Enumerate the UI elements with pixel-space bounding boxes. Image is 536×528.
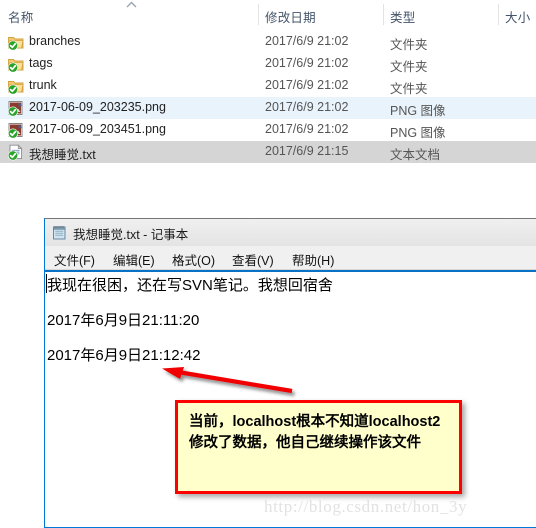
file-type: PNG 图像: [390, 126, 446, 140]
column-divider[interactable]: [258, 4, 259, 25]
svn-png-file-icon: [7, 99, 25, 117]
table-row[interactable]: 2017-06-09_203235.png 2017/6/9 21:02 PNG…: [0, 97, 536, 119]
column-header-date-modified[interactable]: 修改日期: [265, 7, 316, 26]
file-type: 文件夹: [390, 38, 428, 52]
svn-folder-icon: [7, 55, 25, 73]
file-date-modified: 2017/6/9 21:02: [265, 100, 349, 114]
window-title: 我想睡觉.txt - 记事本: [73, 228, 189, 242]
file-name[interactable]: tags: [29, 56, 53, 70]
notepad-menu-bar: 文件(F) 编辑(E) 格式(O) 查看(V) 帮助(H): [45, 246, 536, 270]
file-type: PNG 图像: [390, 104, 446, 118]
column-header-size[interactable]: 大小: [505, 7, 530, 26]
svn-png-file-icon: [7, 121, 25, 139]
file-name[interactable]: 2017-06-09_203451.png: [29, 122, 166, 136]
menu-item-view[interactable]: 查看(V): [229, 249, 277, 270]
annotation-callout-box: 当前，localhost根本不知道localhost2修改了数据，他自己继续操作…: [175, 400, 462, 494]
file-name[interactable]: 2017-06-09_203235.png: [29, 100, 166, 114]
column-header-type[interactable]: 类型: [390, 7, 415, 26]
svn-folder-icon: [7, 77, 25, 95]
explorer-file-list: 名称 修改日期 类型 大小 branches 2017/6/9 21:02 文件…: [0, 0, 536, 170]
file-date-modified: 2017/6/9 21:02: [265, 56, 349, 70]
table-row[interactable]: tags 2017/6/9 21:02 文件夹: [0, 53, 536, 75]
column-header-name[interactable]: 名称: [8, 7, 33, 26]
watermark-text: http://blog.csdn.net/hon_3y: [264, 497, 468, 516]
annotation-callout-text: 当前，localhost根本不知道localhost2修改了数据，他自己继续操作…: [189, 414, 441, 451]
menu-item-edit[interactable]: 编辑(E): [110, 249, 158, 270]
column-divider[interactable]: [498, 4, 499, 25]
file-date-modified: 2017/6/9 21:02: [265, 78, 349, 92]
text-line: 我现在很困，还在写SVN笔记。我想回宿舍: [47, 277, 333, 294]
menu-item-file[interactable]: 文件(F): [51, 249, 98, 270]
table-row[interactable]: 我想睡觉.txt 2017/6/9 21:15 文本文档: [0, 141, 536, 163]
file-date-modified: 2017/6/9 21:02: [265, 34, 349, 48]
file-type: 文本文档: [390, 148, 441, 162]
svn-folder-icon: [7, 33, 25, 51]
file-date-modified: 2017/6/9 21:02: [265, 122, 349, 136]
file-type: 文件夹: [390, 82, 428, 96]
table-row[interactable]: branches 2017/6/9 21:02 文件夹: [0, 31, 536, 53]
file-name[interactable]: 我想睡觉.txt: [29, 144, 96, 163]
text-line: 2017年6月9日21:11:20: [47, 312, 200, 329]
table-row[interactable]: trunk 2017/6/9 21:02 文件夹: [0, 75, 536, 97]
svn-text-file-icon: [7, 143, 25, 161]
menu-item-help[interactable]: 帮助(H): [289, 249, 337, 270]
column-divider[interactable]: [383, 4, 384, 25]
sort-ascending-icon: [126, 1, 137, 8]
menu-item-format[interactable]: 格式(O): [169, 249, 218, 270]
text-line: 2017年6月9日21:12:42: [47, 347, 201, 364]
column-header-row: 名称 修改日期 类型 大小: [0, 0, 536, 29]
file-name[interactable]: branches: [29, 34, 80, 48]
file-name[interactable]: trunk: [29, 78, 57, 92]
notepad-title-bar[interactable]: 我想睡觉.txt - 记事本: [45, 219, 536, 247]
file-type: 文件夹: [390, 60, 428, 74]
file-date-modified: 2017/6/9 21:15: [265, 144, 349, 158]
table-row[interactable]: 2017-06-09_203451.png 2017/6/9 21:02 PNG…: [0, 119, 536, 141]
notepad-icon: [51, 224, 68, 241]
